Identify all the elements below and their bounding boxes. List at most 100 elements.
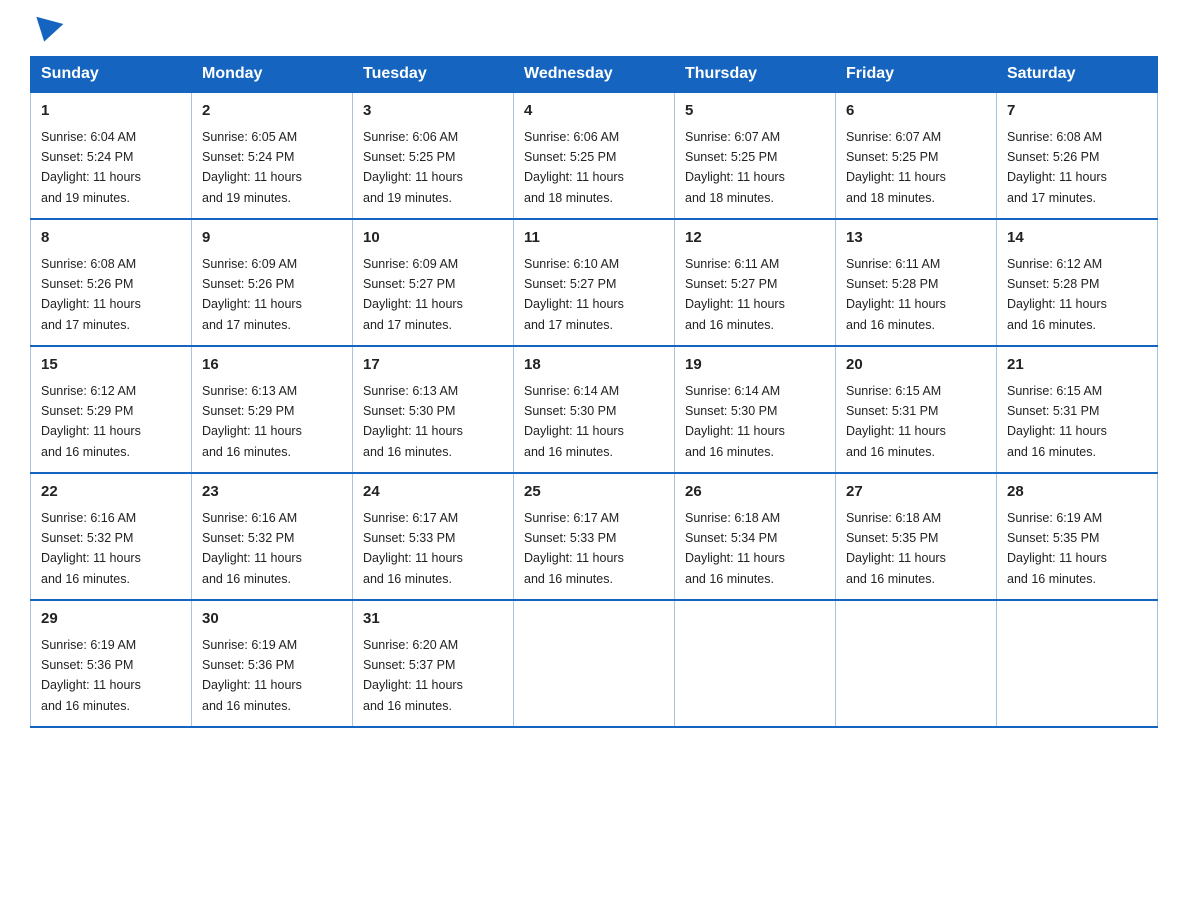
calendar-cell: 6 Sunrise: 6:07 AMSunset: 5:25 PMDayligh… [836,92,997,219]
calendar-cell: 16 Sunrise: 6:13 AMSunset: 5:29 PMDaylig… [192,346,353,473]
day-info: Sunrise: 6:15 AMSunset: 5:31 PMDaylight:… [846,384,946,459]
day-info: Sunrise: 6:18 AMSunset: 5:35 PMDaylight:… [846,511,946,586]
day-info: Sunrise: 6:19 AMSunset: 5:36 PMDaylight:… [202,638,302,713]
day-info: Sunrise: 6:19 AMSunset: 5:35 PMDaylight:… [1007,511,1107,586]
day-number: 22 [41,481,181,504]
calendar-week-row: 8 Sunrise: 6:08 AMSunset: 5:26 PMDayligh… [31,219,1158,346]
calendar-week-row: 29 Sunrise: 6:19 AMSunset: 5:36 PMDaylig… [31,600,1158,727]
col-friday: Friday [836,57,997,93]
day-number: 14 [1007,227,1147,250]
calendar-cell: 21 Sunrise: 6:15 AMSunset: 5:31 PMDaylig… [997,346,1158,473]
day-number: 20 [846,354,986,377]
calendar-week-row: 22 Sunrise: 6:16 AMSunset: 5:32 PMDaylig… [31,473,1158,600]
logo-triangle-icon [31,17,64,45]
calendar-cell [836,600,997,727]
day-info: Sunrise: 6:18 AMSunset: 5:34 PMDaylight:… [685,511,785,586]
day-number: 15 [41,354,181,377]
day-info: Sunrise: 6:07 AMSunset: 5:25 PMDaylight:… [685,130,785,205]
day-number: 11 [524,227,664,250]
day-number: 16 [202,354,342,377]
day-number: 24 [363,481,503,504]
calendar-cell: 11 Sunrise: 6:10 AMSunset: 5:27 PMDaylig… [514,219,675,346]
day-info: Sunrise: 6:16 AMSunset: 5:32 PMDaylight:… [202,511,302,586]
calendar-cell: 7 Sunrise: 6:08 AMSunset: 5:26 PMDayligh… [997,92,1158,219]
day-number: 12 [685,227,825,250]
calendar-cell: 19 Sunrise: 6:14 AMSunset: 5:30 PMDaylig… [675,346,836,473]
day-number: 5 [685,100,825,123]
day-number: 1 [41,100,181,123]
day-number: 6 [846,100,986,123]
calendar-cell: 15 Sunrise: 6:12 AMSunset: 5:29 PMDaylig… [31,346,192,473]
day-info: Sunrise: 6:14 AMSunset: 5:30 PMDaylight:… [524,384,624,459]
day-number: 17 [363,354,503,377]
day-number: 27 [846,481,986,504]
calendar-cell: 20 Sunrise: 6:15 AMSunset: 5:31 PMDaylig… [836,346,997,473]
calendar-cell: 3 Sunrise: 6:06 AMSunset: 5:25 PMDayligh… [353,92,514,219]
calendar-week-row: 1 Sunrise: 6:04 AMSunset: 5:24 PMDayligh… [31,92,1158,219]
day-number: 30 [202,608,342,631]
col-saturday: Saturday [997,57,1158,93]
calendar-cell: 12 Sunrise: 6:11 AMSunset: 5:27 PMDaylig… [675,219,836,346]
day-info: Sunrise: 6:17 AMSunset: 5:33 PMDaylight:… [363,511,463,586]
day-info: Sunrise: 6:17 AMSunset: 5:33 PMDaylight:… [524,511,624,586]
calendar-cell [675,600,836,727]
day-info: Sunrise: 6:19 AMSunset: 5:36 PMDaylight:… [41,638,141,713]
calendar-cell: 2 Sunrise: 6:05 AMSunset: 5:24 PMDayligh… [192,92,353,219]
day-number: 28 [1007,481,1147,504]
day-info: Sunrise: 6:12 AMSunset: 5:28 PMDaylight:… [1007,257,1107,332]
page-header [30,20,1158,38]
calendar-cell: 27 Sunrise: 6:18 AMSunset: 5:35 PMDaylig… [836,473,997,600]
day-number: 9 [202,227,342,250]
day-info: Sunrise: 6:06 AMSunset: 5:25 PMDaylight:… [363,130,463,205]
day-number: 4 [524,100,664,123]
day-info: Sunrise: 6:04 AMSunset: 5:24 PMDaylight:… [41,130,141,205]
calendar-cell: 13 Sunrise: 6:11 AMSunset: 5:28 PMDaylig… [836,219,997,346]
calendar-week-row: 15 Sunrise: 6:12 AMSunset: 5:29 PMDaylig… [31,346,1158,473]
calendar-cell: 18 Sunrise: 6:14 AMSunset: 5:30 PMDaylig… [514,346,675,473]
calendar-cell: 28 Sunrise: 6:19 AMSunset: 5:35 PMDaylig… [997,473,1158,600]
day-number: 13 [846,227,986,250]
col-wednesday: Wednesday [514,57,675,93]
day-info: Sunrise: 6:08 AMSunset: 5:26 PMDaylight:… [1007,130,1107,205]
calendar-cell: 24 Sunrise: 6:17 AMSunset: 5:33 PMDaylig… [353,473,514,600]
calendar-cell: 9 Sunrise: 6:09 AMSunset: 5:26 PMDayligh… [192,219,353,346]
day-info: Sunrise: 6:20 AMSunset: 5:37 PMDaylight:… [363,638,463,713]
day-number: 23 [202,481,342,504]
calendar-cell: 5 Sunrise: 6:07 AMSunset: 5:25 PMDayligh… [675,92,836,219]
day-number: 2 [202,100,342,123]
calendar-cell: 29 Sunrise: 6:19 AMSunset: 5:36 PMDaylig… [31,600,192,727]
day-info: Sunrise: 6:13 AMSunset: 5:29 PMDaylight:… [202,384,302,459]
day-info: Sunrise: 6:08 AMSunset: 5:26 PMDaylight:… [41,257,141,332]
day-info: Sunrise: 6:06 AMSunset: 5:25 PMDaylight:… [524,130,624,205]
calendar-header-row: Sunday Monday Tuesday Wednesday Thursday… [31,57,1158,93]
col-sunday: Sunday [31,57,192,93]
day-info: Sunrise: 6:12 AMSunset: 5:29 PMDaylight:… [41,384,141,459]
calendar-cell: 25 Sunrise: 6:17 AMSunset: 5:33 PMDaylig… [514,473,675,600]
calendar-cell: 14 Sunrise: 6:12 AMSunset: 5:28 PMDaylig… [997,219,1158,346]
col-monday: Monday [192,57,353,93]
day-number: 10 [363,227,503,250]
logo-text [30,20,61,38]
calendar-cell: 30 Sunrise: 6:19 AMSunset: 5:36 PMDaylig… [192,600,353,727]
calendar-cell: 26 Sunrise: 6:18 AMSunset: 5:34 PMDaylig… [675,473,836,600]
day-info: Sunrise: 6:13 AMSunset: 5:30 PMDaylight:… [363,384,463,459]
calendar-cell [514,600,675,727]
calendar-cell: 22 Sunrise: 6:16 AMSunset: 5:32 PMDaylig… [31,473,192,600]
day-info: Sunrise: 6:15 AMSunset: 5:31 PMDaylight:… [1007,384,1107,459]
day-info: Sunrise: 6:14 AMSunset: 5:30 PMDaylight:… [685,384,785,459]
calendar-cell: 31 Sunrise: 6:20 AMSunset: 5:37 PMDaylig… [353,600,514,727]
calendar-table: Sunday Monday Tuesday Wednesday Thursday… [30,56,1158,728]
calendar-cell: 17 Sunrise: 6:13 AMSunset: 5:30 PMDaylig… [353,346,514,473]
calendar-cell [997,600,1158,727]
day-info: Sunrise: 6:07 AMSunset: 5:25 PMDaylight:… [846,130,946,205]
day-info: Sunrise: 6:10 AMSunset: 5:27 PMDaylight:… [524,257,624,332]
calendar-cell: 23 Sunrise: 6:16 AMSunset: 5:32 PMDaylig… [192,473,353,600]
day-number: 31 [363,608,503,631]
col-tuesday: Tuesday [353,57,514,93]
day-info: Sunrise: 6:09 AMSunset: 5:27 PMDaylight:… [363,257,463,332]
day-number: 7 [1007,100,1147,123]
day-number: 25 [524,481,664,504]
day-number: 18 [524,354,664,377]
calendar-cell: 10 Sunrise: 6:09 AMSunset: 5:27 PMDaylig… [353,219,514,346]
day-number: 3 [363,100,503,123]
